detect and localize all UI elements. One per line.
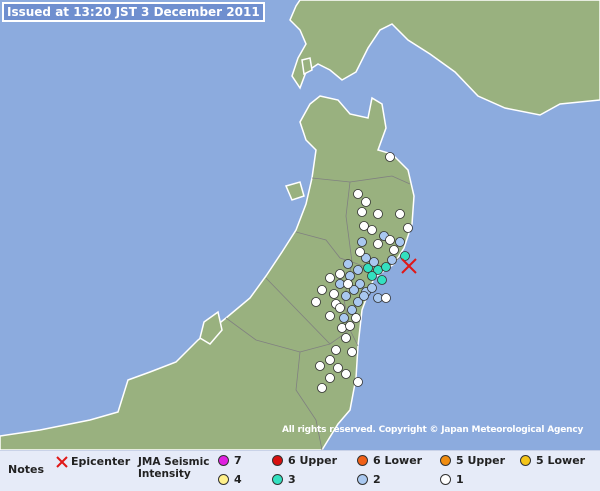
legend-item-intensity-6-upper: 6 Upper bbox=[272, 454, 337, 467]
legend-item-intensity-6-lower: 6 Lower bbox=[357, 454, 422, 467]
intensity-6-upper-dot bbox=[272, 455, 283, 466]
intensity-5-upper-label: 5 Upper bbox=[456, 454, 506, 467]
intensity-5-upper-dot bbox=[440, 455, 451, 466]
red-x-icon bbox=[56, 455, 68, 468]
intensity-2-dot bbox=[357, 474, 368, 485]
intensity-6-lower-label: 6 Lower bbox=[373, 454, 423, 467]
intensity-5-lower-dot bbox=[520, 455, 531, 466]
jma-title-line1: JMA Seismic bbox=[138, 456, 210, 468]
legend-item-intensity-5-upper: 5 Upper bbox=[440, 454, 505, 467]
legend-jma-title: JMA Seismic Intensity bbox=[138, 456, 209, 480]
intensity-6-upper-label: 6 Upper bbox=[288, 454, 338, 467]
seismic-map: Issued at 13:20 JST 3 December 2011 All … bbox=[0, 0, 600, 450]
intensity-4-dot bbox=[218, 474, 229, 485]
legend-item-intensity-5-lower: 5 Lower bbox=[520, 454, 585, 467]
legend-notes-label: Notes bbox=[8, 463, 45, 476]
legend-item-intensity-4: 4 bbox=[218, 473, 242, 486]
intensity-3-dot bbox=[272, 474, 283, 485]
intensity-3-label: 3 bbox=[288, 473, 296, 486]
intensity-1-dot bbox=[440, 474, 451, 485]
issued-timestamp: Issued at 13:20 JST 3 December 2011 bbox=[2, 2, 265, 22]
legend-item-intensity-2: 2 bbox=[357, 473, 381, 486]
map-canvas bbox=[0, 0, 600, 450]
legend-item-intensity-1: 1 bbox=[440, 473, 464, 486]
intensity-7-label: 7 bbox=[234, 454, 242, 467]
intensity-7-dot bbox=[218, 455, 229, 466]
legend-epicenter: Epicenter bbox=[56, 455, 130, 468]
intensity-4-label: 4 bbox=[234, 473, 242, 486]
intensity-6-lower-dot bbox=[357, 455, 368, 466]
intensity-1-label: 1 bbox=[456, 473, 464, 486]
legend-item-intensity-7: 7 bbox=[218, 454, 242, 467]
legend-item-intensity-3: 3 bbox=[272, 473, 296, 486]
legend-bar: Notes Epicenter JMA Seismic Intensity 7 … bbox=[0, 450, 600, 491]
jma-title-line2: Intensity bbox=[138, 468, 191, 480]
intensity-5-lower-label: 5 Lower bbox=[536, 454, 586, 467]
legend-epicenter-label: Epicenter bbox=[71, 455, 131, 468]
copyright-notice: All rights reserved. Copyright © Japan M… bbox=[282, 425, 584, 435]
intensity-2-label: 2 bbox=[373, 473, 381, 486]
